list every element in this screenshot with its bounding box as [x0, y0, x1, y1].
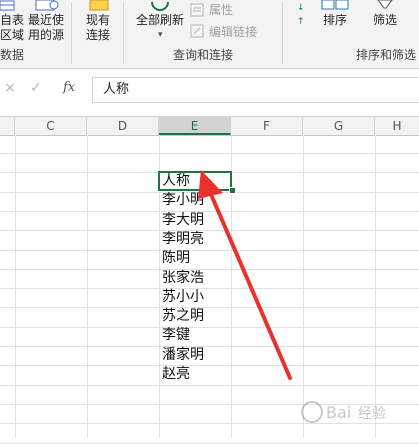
annotation-arrow — [198, 170, 292, 380]
svg-text:经验: 经验 — [358, 406, 386, 422]
watermark-logo: Bai 经验 — [301, 401, 386, 423]
svg-text:Bai: Bai — [326, 403, 351, 422]
